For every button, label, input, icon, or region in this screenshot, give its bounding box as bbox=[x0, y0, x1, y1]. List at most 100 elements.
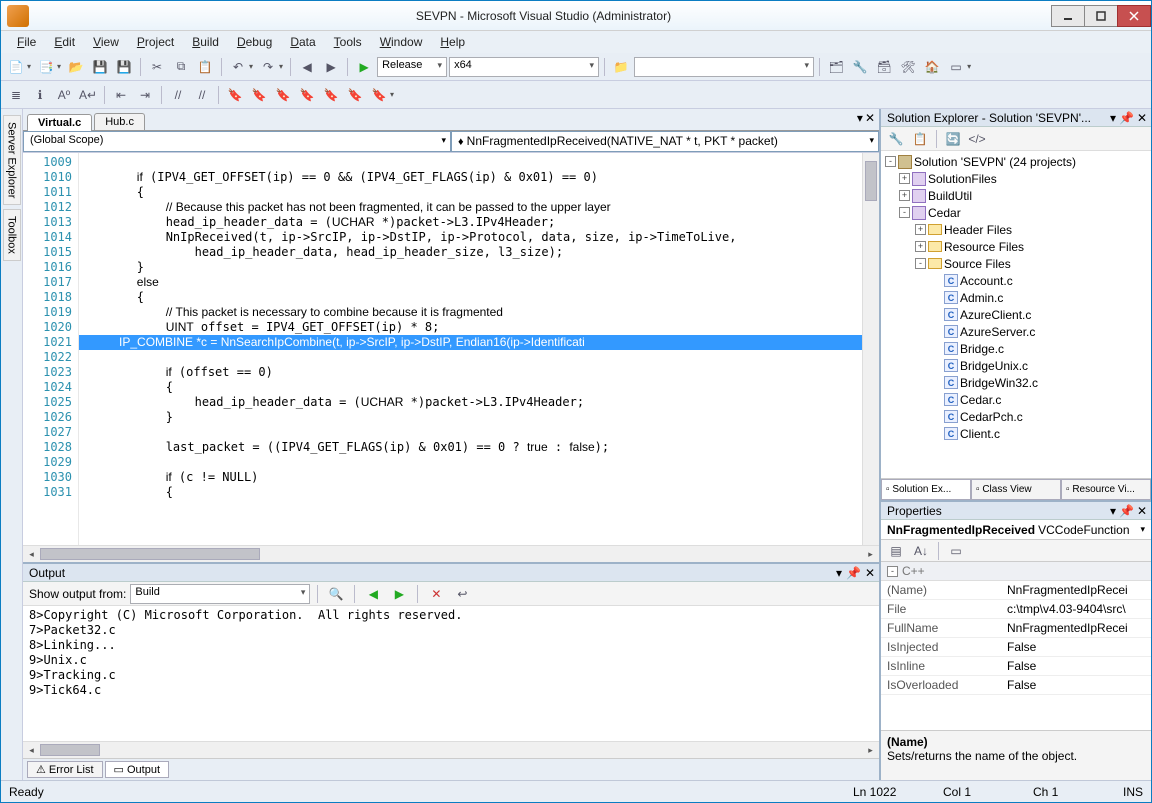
close-button[interactable] bbox=[1117, 5, 1151, 27]
code-area[interactable]: if (IPV4_GET_OFFSET(ip) == 0 && (IPV4_GE… bbox=[79, 153, 862, 545]
increase-indent-icon[interactable]: ⇥ bbox=[134, 84, 156, 106]
output-prev-icon[interactable]: ◀ bbox=[362, 583, 384, 605]
start-page-icon[interactable]: 🏠 bbox=[921, 56, 943, 78]
quick-info-icon[interactable]: ℹ bbox=[29, 84, 51, 106]
output-close-icon[interactable]: ✕ bbox=[865, 566, 875, 580]
param-info-icon[interactable]: Aº bbox=[53, 84, 75, 106]
se-show-all-icon[interactable]: 📋 bbox=[909, 128, 931, 150]
new-project-icon[interactable]: 📄 bbox=[5, 56, 27, 78]
tree-folder-header-files[interactable]: +Header Files bbox=[883, 221, 1149, 238]
tree-file-bridgeunix-c[interactable]: CBridgeUnix.c bbox=[883, 357, 1149, 374]
tree-file-cedar-c[interactable]: CCedar.c bbox=[883, 391, 1149, 408]
minimize-button[interactable] bbox=[1051, 5, 1085, 27]
scope-left-combo[interactable]: (Global Scope) bbox=[23, 131, 451, 152]
undo-icon[interactable]: ↶ bbox=[227, 56, 249, 78]
prop-row[interactable]: FullNameNnFragmentedIpRecei bbox=[881, 619, 1151, 638]
tree-file-bridge-c[interactable]: CBridge.c bbox=[883, 340, 1149, 357]
add-item-icon[interactable]: 📑 bbox=[35, 56, 57, 78]
se-close-icon[interactable]: ✕ bbox=[1137, 111, 1147, 125]
doc-tab-hub-c[interactable]: Hub.c bbox=[94, 113, 145, 130]
decrease-indent-icon[interactable]: ⇤ bbox=[110, 84, 132, 106]
close-document-icon[interactable]: ✕ bbox=[865, 111, 875, 125]
menu-build[interactable]: Build bbox=[184, 33, 227, 51]
navigate-back-icon[interactable]: ◀ bbox=[296, 56, 318, 78]
se-pin-icon[interactable]: 📌 bbox=[1119, 111, 1134, 125]
props-close-icon[interactable]: ✕ bbox=[1137, 504, 1147, 518]
uncomment-icon[interactable]: // bbox=[191, 84, 213, 106]
paste-icon[interactable]: 📋 bbox=[194, 56, 216, 78]
prop-row[interactable]: Filec:\tmp\v4.03-9404\src\ bbox=[881, 600, 1151, 619]
horizontal-scrollbar[interactable]: ◂▸ bbox=[23, 545, 879, 562]
toolbox-icon[interactable]: 🛠 bbox=[897, 56, 919, 78]
props-pages-icon[interactable]: ▭ bbox=[945, 540, 967, 562]
menu-debug[interactable]: Debug bbox=[229, 33, 280, 51]
right-tab-2[interactable]: ▫ Resource Vi... bbox=[1061, 479, 1151, 500]
config-combo[interactable]: Release bbox=[377, 57, 447, 77]
right-tab-1[interactable]: ▫ Class View bbox=[971, 479, 1061, 500]
comment-icon[interactable]: // bbox=[167, 84, 189, 106]
menu-data[interactable]: Data bbox=[282, 33, 323, 51]
prop-row[interactable]: IsOverloadedFalse bbox=[881, 676, 1151, 695]
bottom-tab-output[interactable]: ▭ Output bbox=[105, 761, 169, 778]
menu-window[interactable]: Window bbox=[372, 33, 431, 51]
output-dropdown-icon[interactable]: ▾ bbox=[836, 566, 842, 580]
member-list-icon[interactable]: ≣ bbox=[5, 84, 27, 106]
props-pin-icon[interactable]: 📌 bbox=[1119, 504, 1134, 518]
properties-grid[interactable]: -C++(Name)NnFragmentedIpReceiFilec:\tmp\… bbox=[881, 562, 1151, 730]
output-wrap-icon[interactable]: ↩ bbox=[451, 583, 473, 605]
output-clear-icon[interactable]: ✕ bbox=[425, 583, 447, 605]
solution-tree[interactable]: -Solution 'SEVPN' (24 projects)+Solution… bbox=[881, 151, 1151, 478]
start-debug-icon[interactable]: ▶ bbox=[353, 56, 375, 78]
output-pin-icon[interactable]: 📌 bbox=[846, 566, 861, 580]
doc-tab-virtual-c[interactable]: Virtual.c bbox=[27, 114, 92, 131]
object-browser-icon[interactable]: 🗃 bbox=[873, 56, 895, 78]
bookmark-toggle-icon[interactable]: 🔖 bbox=[224, 84, 246, 106]
output-hscroll[interactable]: ◂▸ bbox=[23, 741, 879, 758]
tree-proj-solutionfiles[interactable]: +SolutionFiles bbox=[883, 170, 1149, 187]
properties-icon[interactable]: 🔧 bbox=[849, 56, 871, 78]
solution-explorer-icon[interactable]: 🗂 bbox=[825, 56, 847, 78]
bookmark-misc-icon[interactable]: 🔖 bbox=[368, 84, 390, 106]
bookmark-clear-icon[interactable]: 🔖 bbox=[344, 84, 366, 106]
scope-right-combo[interactable]: ♦ NnFragmentedIpReceived(NATIVE_NAT * t,… bbox=[451, 131, 879, 152]
output-body[interactable]: 8>Copyright (C) Microsoft Corporation. A… bbox=[23, 606, 879, 741]
tree-file-account-c[interactable]: CAccount.c bbox=[883, 272, 1149, 289]
active-files-dropdown-icon[interactable]: ▾ bbox=[857, 111, 863, 125]
platform-combo[interactable]: x64 bbox=[449, 57, 599, 77]
se-code-icon[interactable]: </> bbox=[966, 128, 988, 150]
cut-icon[interactable]: ✂ bbox=[146, 56, 168, 78]
menu-view[interactable]: View bbox=[85, 33, 127, 51]
copy-icon[interactable]: ⧉ bbox=[170, 56, 192, 78]
save-icon[interactable]: 💾 bbox=[89, 56, 111, 78]
bookmark-next-folder-icon[interactable]: 🔖 bbox=[320, 84, 342, 106]
tree-file-bridgewin32-c[interactable]: CBridgeWin32.c bbox=[883, 374, 1149, 391]
prop-row[interactable]: IsInlineFalse bbox=[881, 657, 1151, 676]
menu-edit[interactable]: Edit bbox=[46, 33, 83, 51]
complete-word-icon[interactable]: A↵ bbox=[77, 84, 99, 106]
tree-folder-source-files[interactable]: -Source Files bbox=[883, 255, 1149, 272]
props-alpha-icon[interactable]: A↓ bbox=[910, 540, 932, 562]
menu-project[interactable]: Project bbox=[129, 33, 182, 51]
code-editor[interactable]: 1009 1010 1011 1012 1013 1014 1015 1016 … bbox=[23, 153, 879, 545]
tree-file-client-c[interactable]: CClient.c bbox=[883, 425, 1149, 442]
bottom-tab-error-list[interactable]: ⚠ Error List bbox=[27, 761, 103, 778]
output-next-icon[interactable]: ▶ bbox=[388, 583, 410, 605]
open-icon[interactable]: 📂 bbox=[65, 56, 87, 78]
prop-row[interactable]: (Name)NnFragmentedIpRecei bbox=[881, 581, 1151, 600]
save-all-icon[interactable]: 💾 bbox=[113, 56, 135, 78]
navigate-forward-icon[interactable]: ▶ bbox=[320, 56, 342, 78]
find-in-files-icon[interactable]: 📁 bbox=[610, 56, 632, 78]
output-find-icon[interactable]: 🔍 bbox=[325, 583, 347, 605]
menu-tools[interactable]: Tools bbox=[326, 33, 370, 51]
tree-file-cedarpch-c[interactable]: CCedarPch.c bbox=[883, 408, 1149, 425]
other-windows-icon[interactable]: ▭ bbox=[945, 56, 967, 78]
tree-folder-resource-files[interactable]: +Resource Files bbox=[883, 238, 1149, 255]
tree-file-azureserver-c[interactable]: CAzureServer.c bbox=[883, 323, 1149, 340]
prop-row[interactable]: IsInjectedFalse bbox=[881, 638, 1151, 657]
props-dropdown-icon[interactable]: ▾ bbox=[1110, 504, 1116, 518]
props-categorized-icon[interactable]: ▤ bbox=[885, 540, 907, 562]
tree-solution[interactable]: -Solution 'SEVPN' (24 projects) bbox=[883, 153, 1149, 170]
tree-proj-buildutil[interactable]: +BuildUtil bbox=[883, 187, 1149, 204]
se-dropdown-icon[interactable]: ▾ bbox=[1110, 111, 1116, 125]
properties-object-combo[interactable]: NnFragmentedIpReceived VCCodeFunction ▾ bbox=[881, 520, 1151, 540]
